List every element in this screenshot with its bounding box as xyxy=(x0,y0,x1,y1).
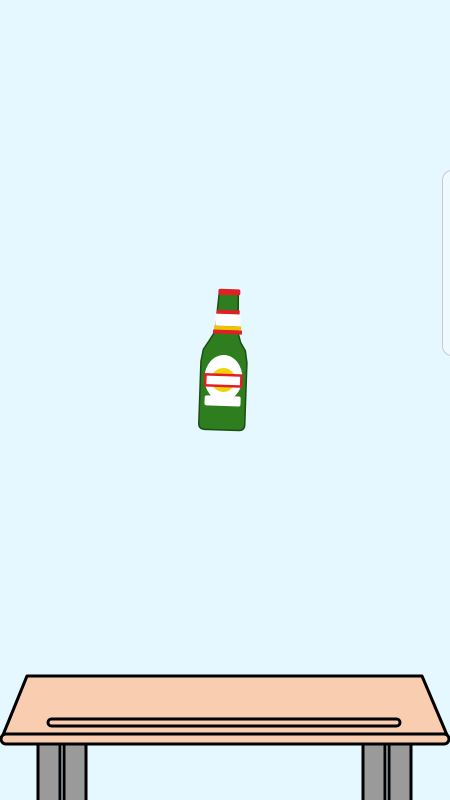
edge-panel-handle[interactable] xyxy=(442,170,450,356)
game-stage[interactable] xyxy=(0,0,450,800)
table-leg-left-outer xyxy=(36,740,62,800)
table-leg-left-inner xyxy=(62,740,88,800)
table-leg-right-outer xyxy=(387,740,413,800)
table xyxy=(0,674,450,800)
table-leg-right-inner xyxy=(361,740,387,800)
bottle[interactable] xyxy=(198,288,252,433)
table-edge xyxy=(0,732,450,746)
